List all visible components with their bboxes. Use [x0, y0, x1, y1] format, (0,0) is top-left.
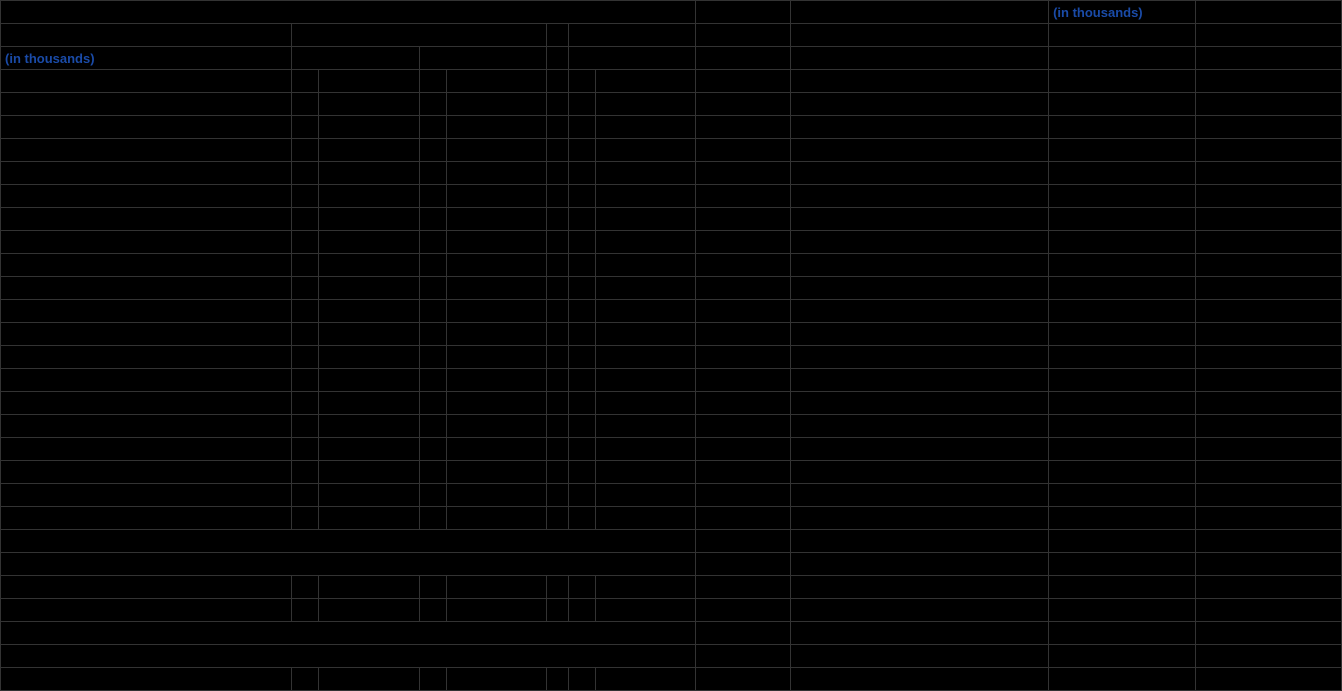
main-table: Balance Sheet & Related Information as o…	[0, 0, 1342, 691]
